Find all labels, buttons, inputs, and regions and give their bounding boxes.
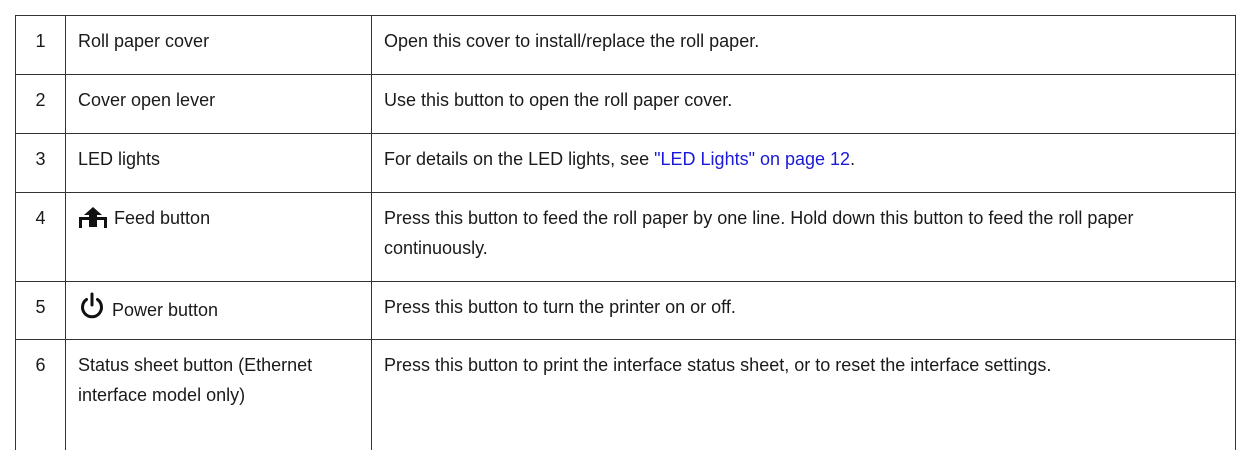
item-number: 3 xyxy=(16,134,66,193)
part-name: LED lights xyxy=(66,134,372,193)
part-description: Use this button to open the roll paper c… xyxy=(372,75,1236,134)
table-row: 4 Feed button Press this button to feed … xyxy=(16,193,1236,282)
part-name: Cover open lever xyxy=(66,75,372,134)
part-description: Open this cover to install/replace the r… xyxy=(372,16,1236,75)
item-number: 4 xyxy=(16,193,66,282)
part-description: Press this button to turn the printer on… xyxy=(372,282,1236,340)
item-number: 1 xyxy=(16,16,66,75)
table-row: 1 Roll paper cover Open this cover to in… xyxy=(16,16,1236,75)
part-description: For details on the LED lights, see "LED … xyxy=(372,134,1236,193)
table-row: 3 LED lights For details on the LED ligh… xyxy=(16,134,1236,193)
part-name-cell: Feed button xyxy=(66,193,372,282)
description-text-end: . xyxy=(850,149,855,169)
part-name: Feed button xyxy=(114,208,210,228)
part-name: Status sheet button (Ethernet interface … xyxy=(66,340,372,450)
item-number: 2 xyxy=(16,75,66,134)
parts-table: 1 Roll paper cover Open this cover to in… xyxy=(15,15,1236,450)
part-name: Roll paper cover xyxy=(66,16,372,75)
item-number: 5 xyxy=(16,282,66,340)
description-text: For details on the LED lights, see xyxy=(384,149,654,169)
part-name-cell: Power button xyxy=(66,282,372,340)
item-number: 6 xyxy=(16,340,66,450)
part-description: Press this button to feed the roll paper… xyxy=(372,193,1236,282)
part-name: Power button xyxy=(112,300,218,320)
table-row: 5 Power button Press this button to turn… xyxy=(16,282,1236,340)
part-description: Press this button to print the interface… xyxy=(372,340,1236,450)
feed-icon xyxy=(78,206,108,237)
led-lights-link[interactable]: "LED Lights" on page 12 xyxy=(654,149,850,169)
table-row: 2 Cover open lever Use this button to op… xyxy=(16,75,1236,134)
table-row: 6 Status sheet button (Ethernet interfac… xyxy=(16,340,1236,450)
power-icon xyxy=(78,292,106,329)
